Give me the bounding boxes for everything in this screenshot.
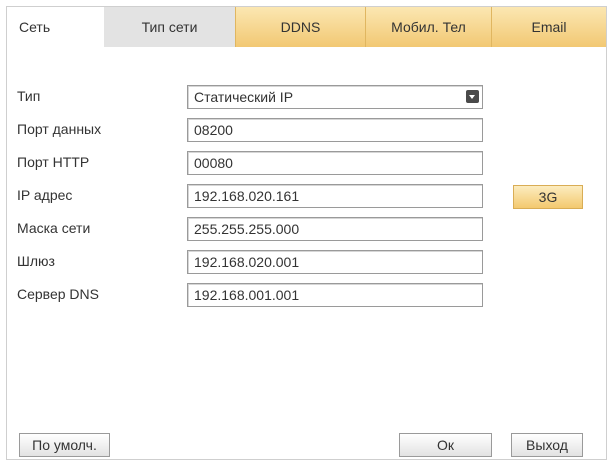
http-port-input[interactable]: 00080	[187, 151, 483, 175]
ok-button[interactable]: Ок	[399, 433, 492, 457]
3g-button[interactable]: 3G	[513, 185, 583, 209]
data-port-input[interactable]: 08200	[187, 118, 483, 142]
tab-network[interactable]: Сеть	[7, 7, 104, 47]
type-select-value: Статический IP	[194, 89, 294, 105]
dns-server-label: Сервер DNS	[17, 286, 99, 302]
type-label: Тип	[17, 88, 41, 104]
gateway-input[interactable]: 192.168.020.001	[187, 250, 483, 274]
tab-mobile[interactable]: Мобил. Тел	[365, 7, 491, 47]
ip-address-input[interactable]: 192.168.020.161	[187, 184, 483, 208]
network-settings-window: Сеть Тип сети DDNS Мобил. Тел Email Тип …	[6, 6, 607, 460]
tab-email[interactable]: Email	[491, 7, 606, 47]
ip-address-label: IP адрес	[17, 187, 73, 203]
settings-panel: Тип Статический IP Порт данных 08200 Пор…	[7, 47, 606, 459]
subnet-mask-input[interactable]: 255.255.255.000	[187, 217, 483, 241]
dropdown-arrow-icon[interactable]	[466, 90, 479, 103]
dns-server-input[interactable]: 192.168.001.001	[187, 283, 483, 307]
tab-ddns[interactable]: DDNS	[235, 7, 365, 47]
default-button[interactable]: По умолч.	[19, 433, 110, 457]
gateway-label: Шлюз	[17, 253, 55, 269]
exit-button[interactable]: Выход	[511, 433, 583, 457]
tab-network-type[interactable]: Тип сети	[104, 7, 235, 47]
http-port-label: Порт HTTP	[17, 154, 90, 170]
type-select[interactable]: Статический IP	[187, 85, 483, 109]
tab-bar: Сеть Тип сети DDNS Мобил. Тел Email	[7, 7, 606, 47]
subnet-mask-label: Маска сети	[17, 220, 91, 236]
data-port-label: Порт данных	[17, 121, 102, 137]
